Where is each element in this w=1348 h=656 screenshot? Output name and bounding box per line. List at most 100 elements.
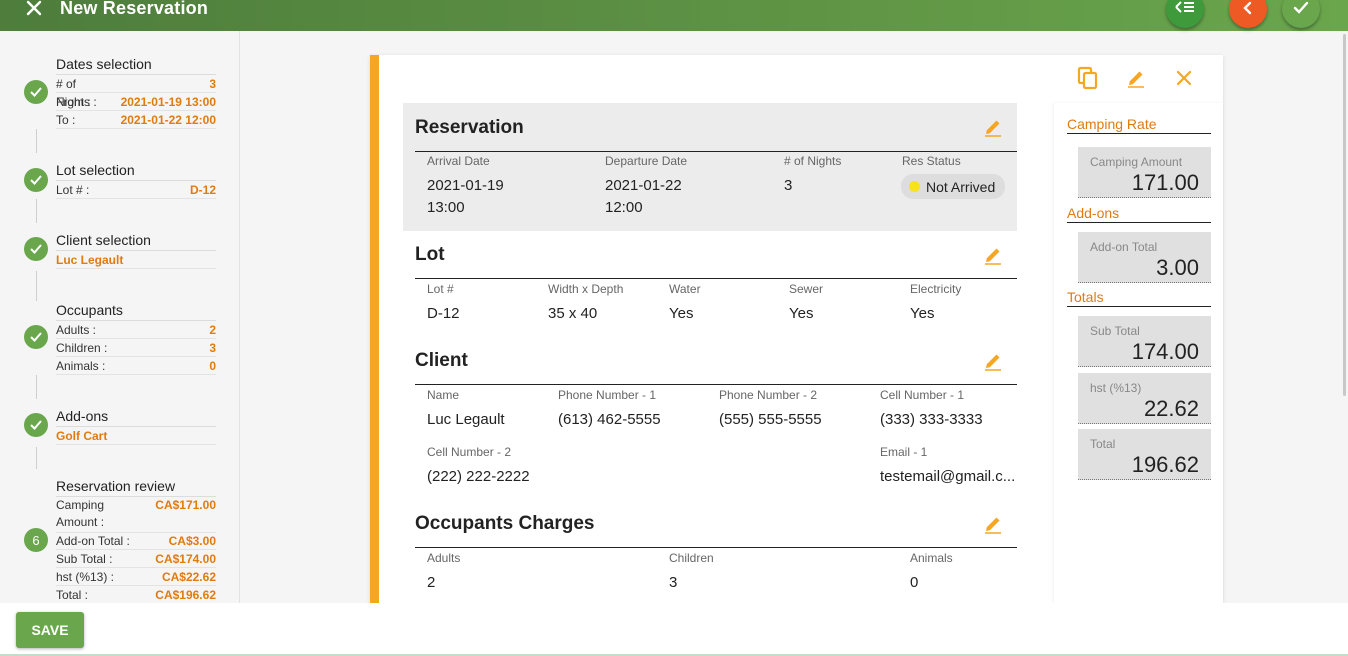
step-connector (36, 447, 37, 469)
step-connector (36, 199, 37, 223)
size-value: 35 x 40 (548, 305, 598, 322)
step-connector (36, 375, 37, 399)
field-label: Res Status (902, 154, 961, 168)
sewer-value: Yes (789, 305, 814, 322)
animals-value: 0 (910, 574, 919, 591)
field-label: Width x Depth (548, 282, 624, 296)
sidebar-row-subtotal: Sub Total : CA$174.00 (56, 552, 216, 568)
step-complete-icon (24, 237, 48, 261)
section-title: Reservation (415, 117, 524, 138)
field-label: Departure Date (605, 154, 688, 168)
step-connector (36, 271, 37, 301)
field-label: Arrival Date (427, 154, 490, 168)
section-divider (415, 278, 1017, 279)
step-number-badge: 6 (24, 528, 48, 552)
confirm-button[interactable] (1282, 0, 1320, 28)
lot-value: D-12 (427, 305, 460, 322)
sidebar-row-hst: hst (%13) : CA$22.62 (56, 570, 216, 586)
email1-value: testemail@gmail.c... (880, 468, 1016, 485)
pencil-icon[interactable] (983, 351, 1003, 376)
step-title-addons[interactable]: Add-ons (56, 408, 216, 427)
field-label: Cell Number - 2 (427, 445, 512, 459)
phone2-value: (555) 555-5555 (719, 411, 822, 428)
field-label: Animals (910, 551, 953, 565)
close-icon[interactable] (1171, 65, 1197, 91)
field-label: Email - 1 (880, 445, 928, 459)
close-icon[interactable] (26, 0, 46, 20)
pencil-icon[interactable] (1123, 65, 1149, 91)
step-title-client[interactable]: Client selection (56, 232, 216, 251)
field-label: Add-on Total (1090, 240, 1158, 254)
status-badge: Not Arrived (901, 174, 1006, 199)
back-button[interactable] (1229, 0, 1267, 28)
phone1-value: (613) 462-5555 (558, 411, 661, 428)
wizard-sidebar: Dates selection # of Nights :3 From :202… (0, 31, 240, 604)
field-label: Cell Number - 1 (880, 388, 965, 402)
section-title: Client (415, 350, 468, 371)
children-value: 3 (669, 574, 678, 591)
chevron-left-icon (1242, 0, 1254, 20)
header-bar: New Reservation (0, 0, 1348, 31)
step-title-lot[interactable]: Lot selection (56, 162, 216, 181)
total-box: Total 196.62 (1078, 429, 1211, 480)
field-label: Total (1090, 437, 1116, 451)
step-title-review[interactable]: Reservation review (56, 478, 216, 497)
summary-heading: Totals (1067, 289, 1211, 307)
page-title: New Reservation (60, 0, 209, 18)
checklist-icon (1175, 0, 1195, 20)
step-title-occupants[interactable]: Occupants (56, 302, 216, 321)
sidebar-row-lot: Lot # : D-12 (56, 183, 216, 199)
hst-box: hst (%13) 22.62 (1078, 373, 1211, 424)
step-complete-icon (24, 168, 48, 192)
cell1-value: (333) 333-3333 (880, 411, 983, 428)
client-name-value: Luc Legault (427, 411, 505, 428)
checklist-button[interactable] (1166, 0, 1204, 28)
step-complete-icon (24, 413, 48, 437)
camping-amount-value: 171.00 (1131, 170, 1199, 195)
step-connector (36, 129, 37, 153)
save-button[interactable]: SAVE (16, 612, 84, 648)
arrival-value: 2021-01-19 13:00 (427, 177, 504, 216)
sidebar-row-nights: # of Nights :3 (56, 77, 216, 109)
step-complete-icon (24, 325, 48, 349)
field-label: Lot # (427, 282, 454, 296)
sidebar-row-from: From :2021-01-19 13:00 (56, 95, 216, 111)
total-value: 196.62 (1131, 452, 1199, 477)
sidebar-row-children: Children :3 (56, 341, 216, 357)
copy-icon[interactable] (1075, 65, 1101, 91)
section-divider (415, 384, 1017, 385)
section-divider (415, 151, 1017, 152)
summary-heading: Add-ons (1067, 205, 1211, 223)
sidebar-row-to: To :2021-01-22 12:00 (56, 113, 216, 129)
field-label: Camping Amount (1090, 155, 1183, 169)
section-divider (415, 547, 1017, 548)
sidebar-row-addon-total: Add-on Total : CA$3.00 (56, 534, 216, 550)
field-label: hst (%13) (1090, 381, 1142, 395)
sidebar-row-animals: Animals :0 (56, 359, 216, 375)
step-title-dates[interactable]: Dates selection (56, 56, 216, 75)
cell2-value: (222) 222-2222 (427, 468, 530, 485)
sidebar-client-name: Luc Legault (56, 251, 216, 269)
field-label: Electricity (910, 282, 962, 296)
electricity-value: Yes (910, 305, 935, 322)
lot-section: Lot Lot # Width x Depth Water Sewer Elec… (403, 231, 1017, 331)
hst-value: 22.62 (1143, 396, 1199, 421)
pencil-icon[interactable] (983, 514, 1003, 539)
status-dot-icon (909, 181, 920, 192)
field-label: # of Nights (784, 154, 842, 168)
field-label: Phone Number - 2 (719, 388, 818, 402)
scrollbar-thumb[interactable] (1343, 34, 1346, 396)
sidebar-row-adults: Adults :2 (56, 323, 216, 339)
departure-value: 2021-01-22 12:00 (605, 177, 682, 216)
field-label: Water (669, 282, 701, 296)
sidebar-addon-name: Golf Cart (56, 427, 216, 445)
occupants-section: Occupants Charges Adults Children Animal… (403, 500, 1017, 603)
footer-bar: SAVE (0, 603, 1348, 656)
field-label: Children (669, 551, 714, 565)
pencil-icon[interactable] (983, 245, 1003, 270)
nights-value: 3 (784, 177, 793, 194)
section-title: Lot (415, 244, 445, 265)
pencil-icon[interactable] (983, 117, 1003, 142)
addon-total-box: Add-on Total 3.00 (1078, 232, 1211, 283)
field-label: Phone Number - 1 (558, 388, 657, 402)
